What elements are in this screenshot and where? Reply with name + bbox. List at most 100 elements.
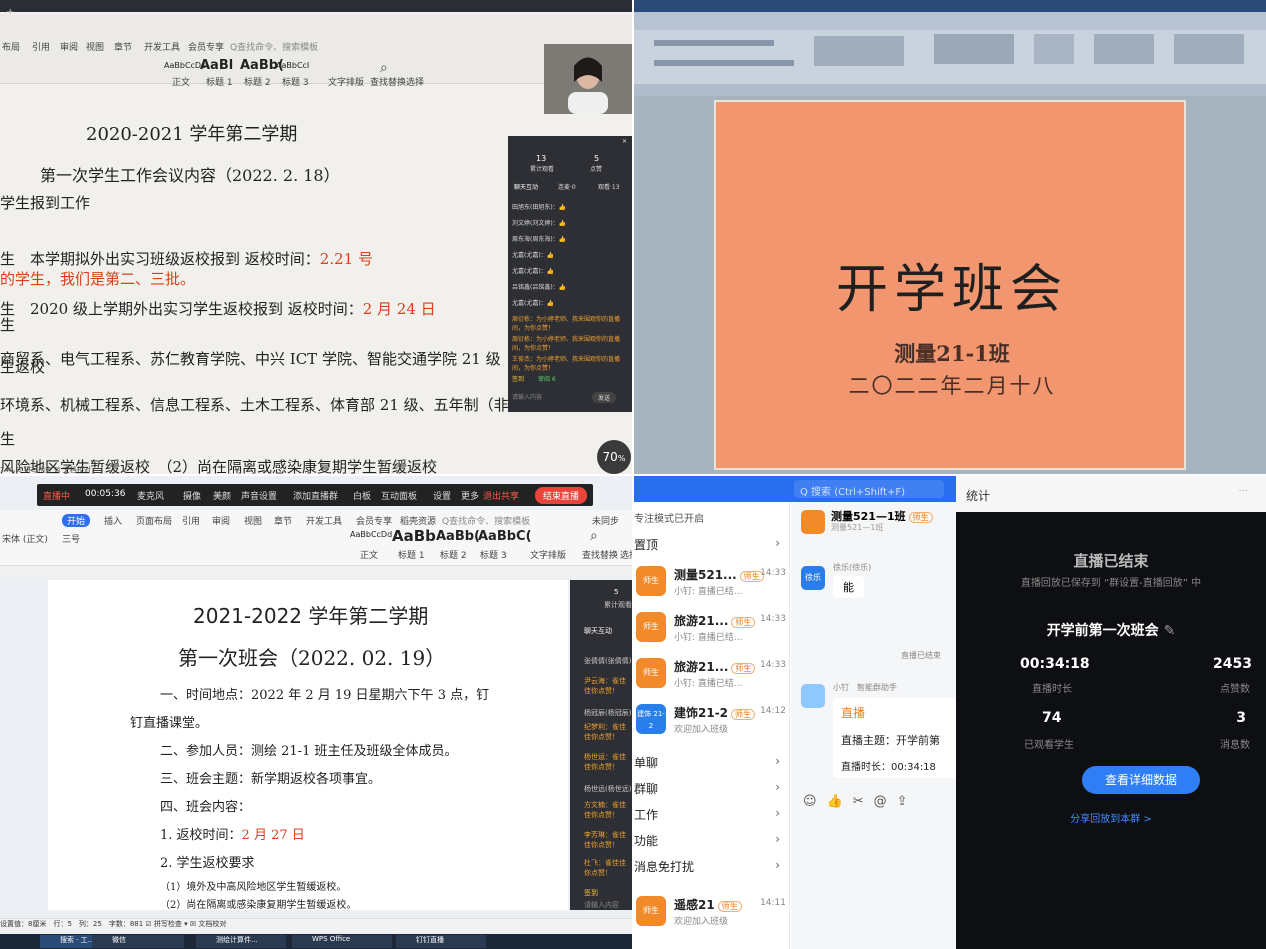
chat-time: 14:11 [760, 898, 786, 908]
more-button[interactable]: 更多 [461, 489, 479, 502]
add-group-button[interactable]: 添加直播群 [293, 489, 338, 502]
like-count: 5 [594, 154, 600, 163]
ruler[interactable] [0, 568, 632, 578]
doc-line: 生 [0, 316, 16, 334]
group-work[interactable]: 工作 › [634, 806, 790, 830]
tab-docer[interactable]: 稻壳资源 [400, 514, 436, 527]
chat-item[interactable]: 师生 旅游21... 师生 14:33 小钉: 直播已结... [634, 650, 790, 696]
chat-name: 遥感21 师生 [674, 896, 742, 913]
chat-avatar: 师生 [636, 566, 666, 596]
group-function[interactable]: 功能 › [634, 832, 790, 856]
tab-layout[interactable]: 页面布局 [136, 514, 172, 527]
menu-tab-review[interactable]: 审阅 [60, 40, 78, 53]
tab-home[interactable]: 开始 [62, 514, 91, 527]
sound-settings-button[interactable]: 声音设置 [241, 489, 277, 502]
live-status: 直播中 [43, 492, 71, 502]
camera-button[interactable]: 摄像 [183, 489, 201, 502]
style-h2[interactable]: AaBb( [436, 529, 480, 544]
style-h1[interactable]: AaBb [392, 527, 436, 545]
menu-tab-member[interactable]: 会员专享 [188, 40, 224, 53]
find-replace-button[interactable]: 查找替换 [582, 548, 618, 561]
search-icon[interactable]: ⌕ [380, 60, 388, 76]
menu-tab-view[interactable]: 视图 [86, 40, 104, 53]
mic-button[interactable]: 麦克风 [137, 489, 164, 502]
group-muted[interactable]: 消息免打扰 › [634, 858, 790, 882]
beauty-button[interactable]: 美颜 [213, 489, 231, 502]
taskbar-item[interactable]: 测绘计算件... [196, 935, 286, 948]
taskbar-item[interactable]: 钉钉直播 [396, 935, 486, 948]
input-toolbar[interactable]: ☺👍✂@⇪ [803, 794, 918, 809]
chat-name: 旅游21... 师生 [674, 612, 756, 629]
group-single-chat[interactable]: 单聊 › [634, 754, 790, 778]
tab-mic[interactable]: 连麦·0 [558, 182, 576, 191]
interaction-panel-button[interactable]: 互动面板 [381, 489, 417, 502]
whiteboard-button[interactable]: 白板 [353, 489, 371, 502]
tab-chat[interactable]: 聊天互动 [584, 626, 612, 636]
slide-canvas[interactable]: 开学班会 测量21-1班 二〇二二年二月十八 [714, 100, 1186, 470]
more-icon[interactable]: ··· [1238, 486, 1248, 497]
bot-name: 小钉 智能群助手 [833, 683, 897, 692]
chat-item[interactable]: 师生 旅游21... 师生 14:33 小钉: 直播已结... [634, 604, 790, 650]
exit-share-button[interactable]: 退出共享 [483, 489, 519, 502]
close-icon[interactable]: ✕ [622, 138, 627, 145]
doc-paragraph: 二、参加人员：测绘 21-1 班主任及班级全体成员。 [160, 744, 458, 759]
menu-tab-devtools[interactable]: 开发工具 [144, 40, 180, 53]
pinned-section[interactable]: 置顶 › [634, 536, 790, 560]
chat-input[interactable]: 请输入内容 [584, 900, 619, 910]
likes-value: 2453 [1213, 656, 1252, 672]
menu-tab-references[interactable]: 引用 [32, 40, 50, 53]
tab-insert[interactable]: 插入 [104, 514, 122, 527]
style-h3[interactable]: AaBbCcI [276, 61, 309, 70]
command-search[interactable]: Q查找命令、搜索模板 [230, 40, 318, 53]
send-button[interactable]: 发送 [592, 392, 617, 403]
chat-item[interactable]: 师生 遥感21 师生 14:11 欢迎加入班级 [634, 888, 790, 934]
chat-message: 吕铭鑫(吕铭鑫)：👍 [512, 284, 567, 291]
chat-message: 张倩倩(张倩倩) [584, 657, 632, 665]
tab-view[interactable]: 视图 [244, 514, 262, 527]
slide-class: 测量21-1班 [894, 341, 1010, 366]
end-live-button[interactable]: 结束直播 [535, 487, 588, 504]
chat-item[interactable]: 建饰 21-2 建饰21-2 师生 14:12 欢迎加入班级 [634, 696, 790, 742]
doc-paragraph: 1. 返校时间：2 月 27 日 [160, 828, 305, 843]
taskbar-item[interactable]: 搜索 · 工... [40, 935, 95, 948]
tab-review[interactable]: 审阅 [212, 514, 230, 527]
doc-title: 2020-2021 学年第二学期 [86, 124, 298, 145]
menu-tab-chapter[interactable]: 章节 [114, 40, 132, 53]
settings-button[interactable]: 设置 [433, 489, 451, 502]
tab-chapter[interactable]: 章节 [274, 514, 292, 527]
style-h1[interactable]: AaBl [200, 58, 233, 73]
document-page[interactable]: 2021-2022 学年第二学期 第一次班会（2022. 02. 19） 一、时… [48, 580, 568, 911]
chat-input[interactable]: 请输入内容 [512, 392, 542, 401]
live-control-bar: 直播中 00:05:36 麦克风 摄像 美颜 声音设置 添加直播群 白板 互动面… [37, 484, 593, 506]
text-layout-button[interactable]: 文字排版 [530, 548, 566, 561]
edit-icon[interactable]: ✎ [1164, 623, 1176, 639]
slide-date: 二〇二二年二月十八 [848, 374, 1056, 398]
chat-item[interactable]: 师生 测量521... 师生 14:33 小钉: 直播已结... [634, 558, 790, 604]
doc-line: 学生报到工作 [0, 194, 91, 212]
font-size-select[interactable]: 三号 [62, 532, 80, 545]
doc-paragraph: 三、班会主题：新学期返校各项事宜。 [160, 772, 382, 787]
font-select[interactable]: 宋体 (正文) [2, 532, 48, 545]
command-search[interactable]: Q查找命令、搜索模板 [442, 514, 530, 527]
signin-button[interactable]: 签到 [584, 888, 598, 898]
style-normal[interactable]: AaBbCcDd [350, 530, 392, 539]
like-count-label: 点赞 [590, 166, 603, 173]
menu-tab-layout[interactable]: 布局 [2, 40, 20, 53]
tab-references[interactable]: 引用 [182, 514, 200, 527]
select-button[interactable]: 选择 [620, 548, 632, 561]
taskbar-item[interactable]: 微信 [92, 935, 184, 948]
doc-line: 生 2020 级上学期外出实习学生返校报到 返校时间：2 月 24 日 [0, 300, 436, 318]
tab-viewers[interactable]: 观看·13 [598, 182, 620, 191]
live-card[interactable]: 直播 直播主题：开学前第 直播时长：00:34:18 [833, 698, 956, 778]
view-details-button[interactable]: 查看详细数据 [1082, 766, 1200, 794]
tab-member[interactable]: 会员专享 [356, 514, 392, 527]
group-group-chat[interactable]: 群聊 › [634, 780, 790, 804]
search-input[interactable]: Q 搜索 (Ctrl+Shift+F) [794, 480, 944, 498]
tab-chat[interactable]: 聊天互动 [514, 182, 538, 191]
signin-button[interactable]: 签到 [512, 374, 524, 383]
taskbar-item[interactable]: WPS Office [292, 935, 392, 948]
tab-devtools[interactable]: 开发工具 [306, 514, 342, 527]
style-h3[interactable]: AaBbC( [478, 529, 532, 544]
search-icon[interactable]: ⌕ [590, 528, 598, 544]
share-replay-link[interactable]: 分享回放到本群 > [956, 810, 1266, 825]
